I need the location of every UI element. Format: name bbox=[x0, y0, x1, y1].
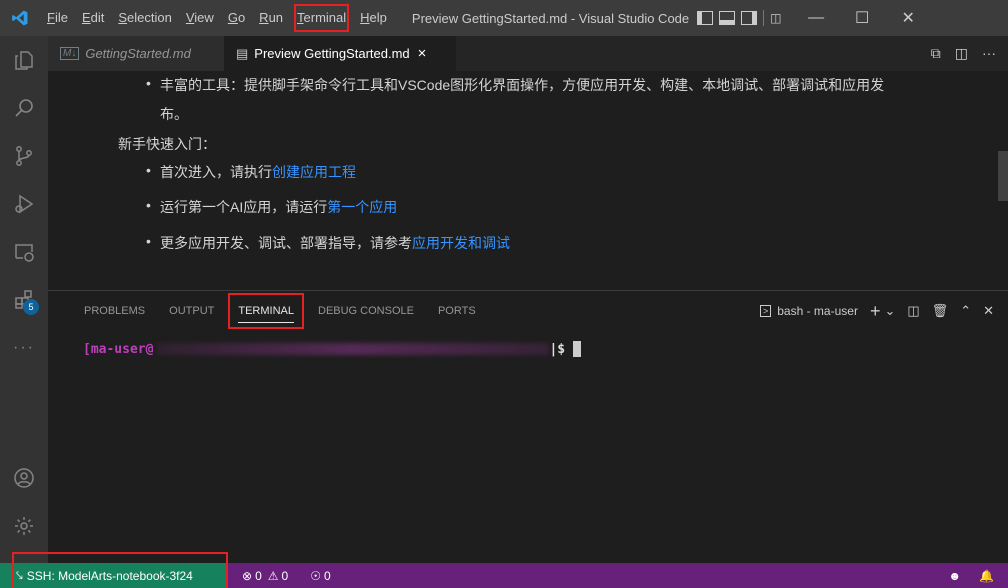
toggle-secondary-sidebar-icon[interactable] bbox=[741, 11, 758, 25]
chevron-up-icon[interactable]: ⌃ bbox=[960, 303, 971, 319]
menu-view[interactable]: View bbox=[179, 0, 221, 36]
tab-close-icon[interactable]: × bbox=[418, 45, 427, 62]
error-icon: ⊗ bbox=[242, 568, 253, 583]
preview-scrollbar[interactable] bbox=[998, 151, 1008, 201]
menu-go[interactable]: Go bbox=[221, 0, 252, 36]
preview-item-1: 首次进入，请执行创建应用工程 bbox=[146, 162, 356, 182]
explorer-icon[interactable] bbox=[0, 36, 48, 84]
preview-item-2: 运行第一个AI应用，请运行第一个应用 bbox=[146, 197, 397, 217]
window-title: Preview GettingStarted.md - Visual Studi… bbox=[411, 10, 690, 26]
redacted-hostname bbox=[157, 343, 550, 355]
new-terminal-icon[interactable]: + bbox=[870, 301, 881, 322]
bottom-panel: PROBLEMS OUTPUT TERMINAL DEBUG CONSOLE P… bbox=[48, 290, 1008, 563]
settings-gear-icon[interactable] bbox=[0, 502, 48, 550]
first-app-link[interactable]: 第一个应用 bbox=[327, 199, 397, 215]
status-bar: ⤥ SSH: ModelArts-notebook-3f24 ⊗ 0 ⚠ 0 ☉… bbox=[0, 552, 1008, 588]
search-icon[interactable] bbox=[0, 84, 48, 132]
markdown-preview: 丰富的工具：提供脚手架命令行工具和VSCode图形化界面操作，方便应用开发、构建… bbox=[48, 71, 1008, 290]
accounts-icon[interactable] bbox=[0, 454, 48, 502]
menu-terminal[interactable]: Terminal bbox=[290, 0, 353, 36]
split-terminal-icon[interactable]: ◫ bbox=[907, 303, 919, 319]
tab-debug-console[interactable]: DEBUG CONSOLE bbox=[306, 291, 426, 331]
close-panel-icon[interactable]: ✕ bbox=[983, 303, 994, 319]
preview-item-3: 更多应用开发、调试、部署指导，请参考应用开发和调试 bbox=[146, 233, 510, 253]
warning-icon: ⚠ bbox=[267, 568, 279, 583]
chevron-down-icon[interactable]: ⌄ bbox=[884, 303, 895, 319]
app-dev-debug-link[interactable]: 应用开发和调试 bbox=[412, 235, 510, 251]
ports-count: 0 bbox=[323, 568, 331, 583]
tab-getting-started-md[interactable]: M↓ GettingStarted.md bbox=[48, 36, 224, 71]
ports-icon: ☉ bbox=[310, 568, 321, 583]
bell-icon[interactable]: 🔔 bbox=[979, 569, 994, 583]
vscode-logo-icon bbox=[0, 0, 40, 36]
maximize-icon[interactable]: ☐ bbox=[839, 0, 885, 36]
remote-icon: ⤥ bbox=[16, 568, 23, 582]
toggle-panel-icon[interactable] bbox=[719, 11, 736, 25]
minimize-icon[interactable]: — bbox=[793, 0, 839, 36]
preview-heading: 新手快速入门： bbox=[118, 136, 216, 152]
problems-status[interactable]: ⊗ 0 ⚠ 0 bbox=[236, 569, 294, 583]
preview-bullet-tools-cont: 布。 bbox=[160, 106, 188, 122]
create-project-link[interactable]: 创建应用工程 bbox=[272, 164, 356, 180]
more-actions-icon[interactable]: ··· bbox=[982, 45, 996, 62]
split-editor-icon[interactable]: ◫ bbox=[955, 45, 968, 62]
error-count: 0 bbox=[255, 568, 262, 583]
extensions-icon[interactable]: 5 bbox=[0, 276, 48, 324]
editor-tab-bar: M↓ GettingStarted.md ▤ Preview GettingSt… bbox=[48, 36, 1008, 71]
terminal-profile-icon: > bbox=[759, 305, 772, 317]
menu-selection[interactable]: Selection bbox=[111, 0, 178, 36]
close-icon[interactable]: ✕ bbox=[885, 0, 931, 36]
open-source-icon[interactable]: ⧉ bbox=[931, 45, 941, 62]
terminal-prompt-user: [ma-user@ bbox=[83, 341, 154, 357]
activity-bar: 5 ··· bbox=[0, 36, 48, 563]
terminal-prompt-end: |$ bbox=[549, 341, 566, 357]
preview-icon: ▤ bbox=[236, 45, 249, 61]
tab-ports[interactable]: PORTS bbox=[426, 291, 488, 331]
warning-count: 0 bbox=[281, 568, 289, 583]
tab-preview-getting-started[interactable]: ▤ Preview GettingStarted.md × bbox=[224, 36, 456, 71]
tab-problems[interactable]: PROBLEMS bbox=[72, 291, 157, 331]
terminal-name[interactable]: bash - ma-user bbox=[777, 304, 858, 318]
feedback-icon[interactable]: ☻ bbox=[948, 569, 961, 583]
trash-icon[interactable]: 🗑 bbox=[932, 303, 949, 319]
tab-output[interactable]: OUTPUT bbox=[157, 291, 226, 331]
toggle-sidebar-icon[interactable] bbox=[697, 11, 714, 25]
remote-explorer-icon[interactable] bbox=[0, 228, 48, 276]
preview-bullet-tools: 丰富的工具：提供脚手架命令行工具和VSCode图形化界面操作，方便应用开发、构建… bbox=[146, 75, 884, 95]
terminal-prompt[interactable]: [ma-user@ |$ bbox=[83, 341, 582, 357]
menu-help[interactable]: Help bbox=[353, 0, 394, 36]
extensions-badge: 5 bbox=[23, 299, 39, 315]
remote-label: SSH: ModelArts-notebook-3f24 bbox=[26, 568, 193, 583]
markdown-icon: M↓ bbox=[60, 47, 80, 60]
more-icon[interactable]: ··· bbox=[0, 324, 48, 372]
ports-status[interactable]: ☉ 0 bbox=[304, 569, 336, 583]
title-bar: File Edit Selection View Go Run Terminal… bbox=[0, 0, 1008, 36]
menu-run[interactable]: Run bbox=[252, 0, 290, 36]
source-control-icon[interactable] bbox=[0, 132, 48, 180]
run-debug-icon[interactable] bbox=[0, 180, 48, 228]
menu-file[interactable]: File bbox=[40, 0, 75, 36]
menu-edit[interactable]: Edit bbox=[75, 0, 111, 36]
tab-terminal[interactable]: TERMINAL bbox=[226, 291, 306, 331]
tab-label: GettingStarted.md bbox=[85, 46, 191, 61]
tab-label: Preview GettingStarted.md bbox=[254, 46, 410, 61]
terminal-cursor bbox=[573, 341, 582, 357]
customize-layout-icon[interactable]: ◫ bbox=[763, 10, 783, 26]
remote-indicator[interactable]: ⤥ SSH: ModelArts-notebook-3f24 bbox=[0, 552, 228, 588]
